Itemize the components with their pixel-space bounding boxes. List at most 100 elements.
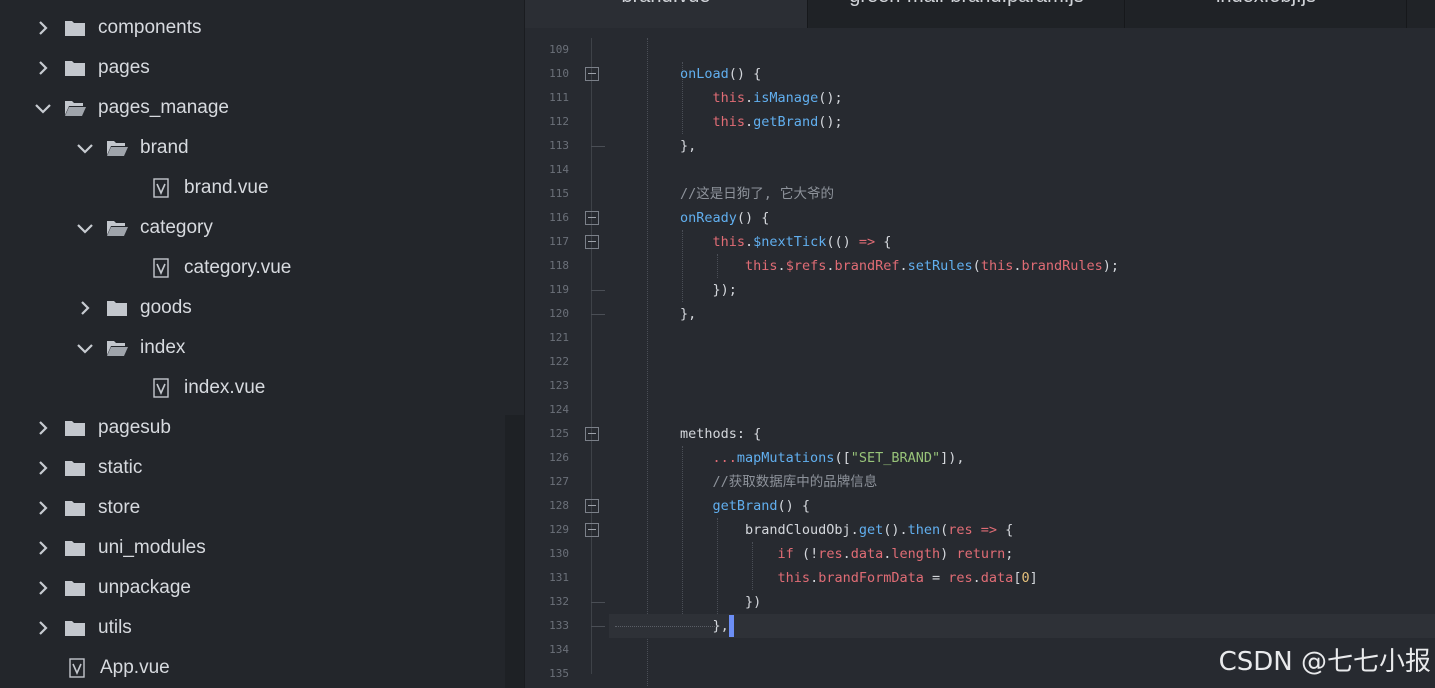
vue-file-icon <box>152 178 170 198</box>
tree-item-label: pagesub <box>98 417 171 438</box>
fold-toggle-icon[interactable] <box>585 235 599 249</box>
tree-folder-item[interactable]: static <box>0 448 524 488</box>
line-number: 129 <box>549 523 569 536</box>
tree-item-label: unpackage <box>98 577 191 598</box>
indent-guide <box>647 38 648 686</box>
code-line[interactable]: brandCloudObj.get().then(res => { <box>680 518 1013 542</box>
folder-icon <box>64 619 86 637</box>
code-line[interactable]: }); <box>680 278 737 302</box>
folder-icon <box>64 499 86 517</box>
code-line[interactable]: }) <box>680 590 761 614</box>
tree-folder-item[interactable]: utils <box>0 608 524 648</box>
fold-toggle-icon[interactable] <box>585 67 599 81</box>
line-number: 122 <box>549 355 569 368</box>
tree-item-label: store <box>98 497 141 518</box>
tree-item-label: category <box>140 217 213 238</box>
chevron-right-icon[interactable] <box>34 419 52 437</box>
chevron-right-icon[interactable] <box>34 59 52 77</box>
chevron-right-icon[interactable] <box>34 459 52 477</box>
code-line[interactable]: }, <box>680 302 696 326</box>
vue-file-icon <box>152 378 170 398</box>
chevron-right-icon[interactable] <box>34 579 52 597</box>
tree-item-label: brand <box>140 137 189 158</box>
line-number: 133 <box>549 619 569 632</box>
tree-folder-item[interactable]: components <box>0 8 524 48</box>
code-line[interactable]: ...mapMutations(["SET_BRAND"]), <box>680 446 965 470</box>
tree-file-item[interactable]: brand.vue <box>0 168 524 208</box>
fold-end-marker <box>591 146 605 147</box>
line-number: 116 <box>549 211 569 224</box>
code-line[interactable]: }, <box>680 614 734 638</box>
chevron-right-icon[interactable] <box>76 299 94 317</box>
chevron-down-icon[interactable] <box>34 99 52 117</box>
tree-item-label: index.vue <box>184 377 266 398</box>
code-line[interactable]: getBrand() { <box>680 494 811 518</box>
chevron-right-icon[interactable] <box>34 499 52 517</box>
tree-folder-item[interactable]: pages_manage <box>0 88 524 128</box>
tree-file-item[interactable]: index.vue <box>0 368 524 408</box>
code-line[interactable]: if (!res.data.length) return; <box>680 542 1014 566</box>
fold-end-marker <box>591 602 605 603</box>
code-line[interactable]: onReady() { <box>680 206 769 230</box>
code-line[interactable]: this.$nextTick(() => { <box>680 230 892 254</box>
chevron-down-icon[interactable] <box>76 339 94 357</box>
fold-toggle-icon[interactable] <box>585 499 599 513</box>
line-number: 132 <box>549 595 569 608</box>
tree-file-item[interactable]: category.vue <box>0 248 524 288</box>
file-explorer-sidebar: components pages pages_managebrand brand.vu… <box>0 0 524 688</box>
fold-end-marker <box>591 290 605 291</box>
chevron-right-icon[interactable] <box>34 19 52 37</box>
code-line[interactable]: //这是日狗了, 它大爷的 <box>680 182 834 206</box>
code-line[interactable]: onLoad() { <box>680 62 761 86</box>
code-line[interactable]: this.brandFormData = res.data[0] <box>680 566 1038 590</box>
tab-green-mall-brand-param[interactable]: green-mall-brand.param.js <box>809 0 1125 28</box>
tree-folder-item[interactable]: unpackage <box>0 568 524 608</box>
tab-label: brand.vue <box>622 0 711 8</box>
tab-brand-vue[interactable]: brand.vue <box>525 0 808 28</box>
line-number: 117 <box>549 235 569 248</box>
line-number: 126 <box>549 451 569 464</box>
code-line[interactable]: methods: { <box>680 422 761 446</box>
tree-item-label: utils <box>98 617 132 638</box>
line-number: 118 <box>549 259 569 272</box>
tree-folder-item[interactable]: brand <box>0 128 524 168</box>
chevron-down-icon[interactable] <box>76 219 94 237</box>
line-number: 113 <box>549 139 569 152</box>
tree-folder-item[interactable]: goods <box>0 288 524 328</box>
fold-toggle-icon[interactable] <box>585 427 599 441</box>
tree-item-label: brand.vue <box>184 177 269 198</box>
code-line[interactable]: //获取数据库中的品牌信息 <box>680 470 878 494</box>
tab-label: index.obj.js <box>1216 0 1316 8</box>
tab-label: green-mall-brand.param.js <box>849 0 1084 8</box>
chevron-right-icon[interactable] <box>34 539 52 557</box>
tree-folder-item[interactable]: pages <box>0 48 524 88</box>
folder-open-icon <box>106 339 128 357</box>
code-line[interactable]: }, <box>680 134 696 158</box>
tree-folder-item[interactable]: store <box>0 488 524 528</box>
code-line[interactable]: this.$refs.brandRef.setRules(this.brandR… <box>680 254 1119 278</box>
line-number: 112 <box>549 115 569 128</box>
folder-icon <box>64 59 86 77</box>
tree-folder-item[interactable]: index <box>0 328 524 368</box>
line-number: 134 <box>549 643 569 656</box>
code-line[interactable]: this.getBrand(); <box>680 110 843 134</box>
code-editor[interactable]: brand.vue green-mall-brand.param.js inde… <box>524 0 1435 688</box>
chevron-right-icon[interactable] <box>34 619 52 637</box>
tree-folder-item[interactable]: category <box>0 208 524 248</box>
vue-file-icon <box>152 258 170 278</box>
fold-toggle-icon[interactable] <box>585 211 599 225</box>
tree-item-label: components <box>98 17 202 38</box>
fold-toggle-icon[interactable] <box>585 523 599 537</box>
code-line[interactable]: this.isManage(); <box>680 86 843 110</box>
line-number: 128 <box>549 499 569 512</box>
line-number: 130 <box>549 547 569 560</box>
chevron-down-icon[interactable] <box>76 139 94 157</box>
folder-icon <box>106 299 128 317</box>
tree-file-item[interactable]: App.vue <box>0 648 524 688</box>
editor-tab-bar: brand.vue green-mall-brand.param.js inde… <box>525 0 1435 28</box>
watermark: CSDN @七七小报 <box>1218 647 1431 677</box>
tree-folder-item[interactable]: uni_modules <box>0 528 524 568</box>
tree-folder-item[interactable]: pagesub <box>0 408 524 448</box>
tab-index-obj[interactable]: index.obj.js <box>1126 0 1407 28</box>
vue-file-icon <box>68 658 86 678</box>
